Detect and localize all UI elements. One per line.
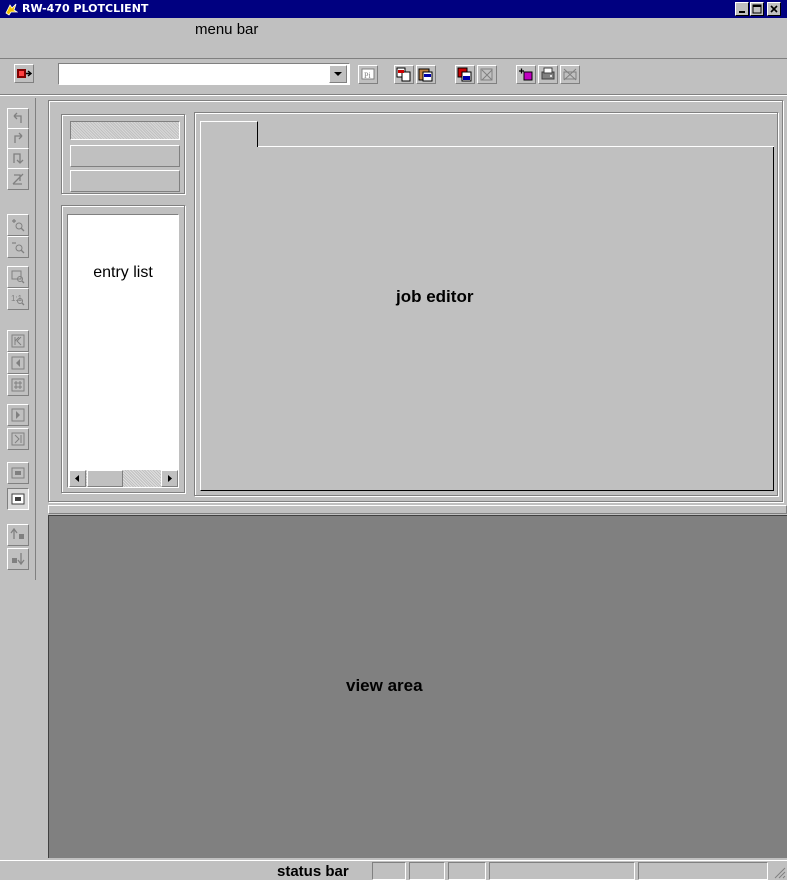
zoom-window-icon <box>11 270 25 284</box>
properties-icon: Pi <box>361 68 375 80</box>
chevron-down-icon <box>334 72 342 76</box>
zoom-out-button[interactable] <box>7 236 29 258</box>
move-down-button[interactable] <box>7 548 29 570</box>
paste-icon <box>418 68 433 82</box>
first-page-button[interactable] <box>7 330 29 352</box>
status-bar-label: status bar <box>277 863 349 880</box>
zoom-in-icon <box>12 219 25 232</box>
title-bar: RW-470 PLOTCLIENT <box>0 0 787 18</box>
status-panel-3 <box>448 862 486 880</box>
mirror-button[interactable] <box>7 168 29 190</box>
undo-icon <box>13 112 22 123</box>
zoom-fit-button[interactable]: 1:1 <box>7 288 29 310</box>
page-grid-icon <box>11 378 25 392</box>
redo-button[interactable] <box>7 128 29 150</box>
close-button[interactable] <box>767 2 781 16</box>
paste-button[interactable] <box>416 65 436 84</box>
view-area[interactable]: view area <box>48 515 787 858</box>
zoom-out-icon <box>12 242 25 254</box>
view-area-label: view area <box>346 676 423 695</box>
properties-button[interactable]: Pi <box>358 65 378 84</box>
minimize-button[interactable] <box>735 2 749 16</box>
resize-grip-icon[interactable] <box>773 866 786 879</box>
scroll-right-button[interactable] <box>161 470 178 487</box>
arrow-right-icon <box>168 475 172 482</box>
view-normal-button[interactable] <box>7 462 29 484</box>
zoom-in-button[interactable] <box>7 214 29 236</box>
undo-button[interactable] <box>7 108 29 130</box>
entry-list[interactable]: entry list <box>67 214 179 488</box>
cancel-print-icon <box>563 68 577 81</box>
job-editor-tab[interactable] <box>200 121 258 147</box>
view-full-icon <box>11 493 25 505</box>
entry-list-hscrollbar[interactable] <box>69 470 178 487</box>
job-editor-label: job editor <box>396 287 474 306</box>
entry-list-label: entry list <box>93 264 153 281</box>
add-entry-icon <box>519 68 533 81</box>
exit-icon <box>17 69 32 78</box>
add-entry-button[interactable] <box>516 65 536 84</box>
first-page-icon <box>11 334 25 348</box>
entry-action-button[interactable] <box>70 145 180 167</box>
rotate-button[interactable] <box>7 148 29 170</box>
print-button[interactable] <box>538 65 558 84</box>
mirror-icon <box>12 173 24 185</box>
zoom-window-button[interactable] <box>7 266 29 288</box>
delete-button[interactable] <box>477 65 497 84</box>
move-up-button[interactable] <box>7 524 29 546</box>
cancel-print-button[interactable] <box>560 65 580 84</box>
print-icon <box>541 67 555 80</box>
move-up-icon <box>10 527 24 539</box>
app-icon <box>5 3 18 16</box>
arrow-left-icon <box>75 475 79 482</box>
copy-button[interactable] <box>394 65 414 84</box>
rotate-icon <box>13 153 24 164</box>
maximize-button[interactable] <box>750 2 764 16</box>
job-selector-combo[interactable] <box>58 63 350 85</box>
save-button[interactable] <box>455 65 475 84</box>
entry-secondary-button[interactable] <box>70 170 180 192</box>
toolbar-bottom-highlight <box>0 95 787 96</box>
job-editor[interactable]: job editor <box>200 146 774 491</box>
exit-button[interactable] <box>14 64 34 83</box>
view-normal-icon <box>11 467 25 479</box>
menu-bar[interactable]: menu bar <box>0 18 787 58</box>
menu-bar-label: menu bar <box>195 21 259 38</box>
next-page-icon <box>11 408 25 422</box>
delete-icon <box>480 68 493 81</box>
status-panel-1 <box>372 862 406 880</box>
maximize-icon <box>752 4 762 14</box>
scroll-thumb[interactable] <box>87 470 123 487</box>
previous-page-icon <box>11 356 25 370</box>
save-icon <box>457 67 472 82</box>
copy-icon <box>396 67 411 82</box>
minimize-icon <box>739 11 745 13</box>
next-page-button[interactable] <box>7 404 29 426</box>
scroll-left-button[interactable] <box>69 470 86 487</box>
status-panel-2 <box>409 862 445 880</box>
svg-text:Pi: Pi <box>364 71 371 80</box>
move-down-icon <box>12 553 25 566</box>
last-page-button[interactable] <box>7 428 29 450</box>
redo-icon <box>14 132 23 143</box>
combo-dropdown-button[interactable] <box>329 65 347 83</box>
entry-filter-field[interactable] <box>70 121 180 140</box>
tab-page-top-edge <box>258 146 774 147</box>
last-page-icon <box>11 432 25 446</box>
page-grid-button[interactable] <box>7 374 29 396</box>
close-icon <box>770 5 778 13</box>
previous-page-button[interactable] <box>7 352 29 374</box>
view-full-button[interactable] <box>7 488 29 510</box>
toolbar-divider <box>0 58 787 59</box>
panel-splitter[interactable] <box>48 505 787 514</box>
status-panel-5 <box>638 862 768 880</box>
window-title: RW-470 PLOTCLIENT <box>22 2 149 15</box>
status-panel-4 <box>489 862 635 880</box>
zoom-fit-icon: 1:1 <box>11 294 25 306</box>
